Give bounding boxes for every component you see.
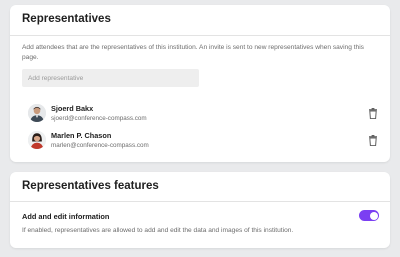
- trash-icon[interactable]: [368, 135, 378, 146]
- representative-name: Sjoerd Bakx: [51, 104, 94, 113]
- trash-icon[interactable]: [368, 108, 378, 119]
- representatives-features-card: Representatives features Add and edit in…: [10, 172, 390, 248]
- representative-row: Sjoerd Bakx sjoerd@conference-compass.co…: [10, 102, 390, 128]
- add-representative-input[interactable]: [22, 69, 199, 87]
- add-edit-toggle[interactable]: [359, 210, 379, 221]
- representative-email: marlen@conference-compass.com: [51, 142, 149, 149]
- toggle-knob: [369, 211, 378, 220]
- add-edit-label: Add and edit information: [22, 212, 110, 221]
- representatives-card: Representatives Add attendees that are t…: [10, 5, 390, 162]
- representative-email: sjoerd@conference-compass.com: [51, 115, 147, 122]
- divider: [10, 35, 390, 36]
- representatives-title: Representatives: [22, 13, 111, 25]
- representative-name: Marlen P. Chason: [51, 131, 112, 140]
- avatar: [28, 131, 46, 149]
- divider: [10, 201, 390, 202]
- avatar: [28, 104, 46, 122]
- add-edit-help: If enabled, representatives are allowed …: [22, 227, 294, 234]
- person-photo-icon: [28, 131, 46, 149]
- representatives-description: Add attendees that are the representativ…: [22, 44, 364, 61]
- person-photo-icon: [28, 104, 46, 122]
- representative-row: Marlen P. Chason marlen@conference-compa…: [10, 129, 390, 155]
- features-title: Representatives features: [22, 180, 159, 192]
